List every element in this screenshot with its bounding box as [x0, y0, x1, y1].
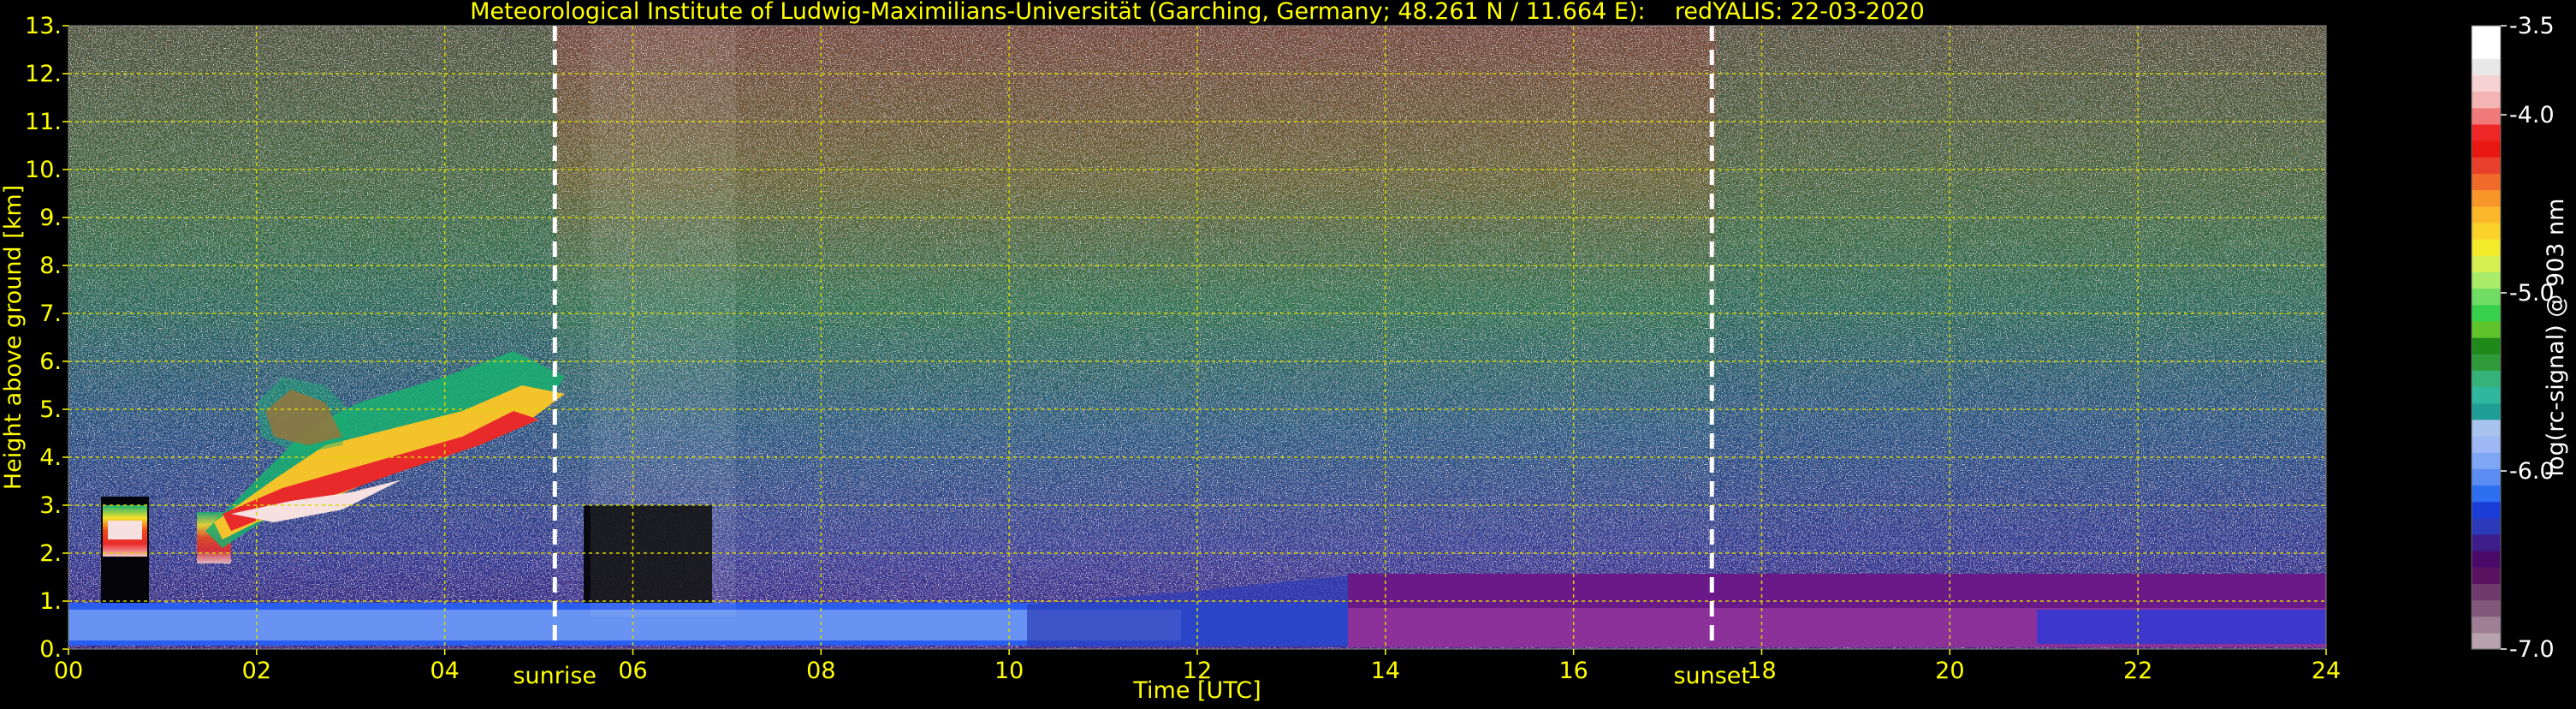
- colorbar-swatch: [2472, 632, 2501, 650]
- colorbar-swatch: [2472, 206, 2501, 223]
- x-tick-label: 04: [430, 658, 459, 684]
- colorbar-swatch: [2472, 402, 2501, 420]
- x-tick-label: 06: [618, 658, 647, 684]
- y-tick-label: 3.: [39, 492, 62, 519]
- x-tick-label: 08: [806, 658, 835, 684]
- marker-label-sunset: sunset: [1673, 663, 1750, 689]
- x-tick-label: 02: [242, 658, 271, 684]
- y-tick-label: 5.: [39, 396, 62, 423]
- y-tick-label: 1.: [39, 588, 62, 615]
- colorbar-swatch: [2472, 255, 2501, 272]
- colorbar-swatch: [2472, 370, 2501, 388]
- colorbar-swatch: [2472, 74, 2501, 92]
- colorbar-swatch: [2472, 157, 2501, 175]
- y-tick-label: 7.: [39, 301, 62, 327]
- colorbar-tick-label: -4.0: [2509, 102, 2555, 128]
- colorbar-label: log(rc-signal) @ 903 nm: [2543, 199, 2569, 477]
- y-tick-label: 12.: [25, 61, 62, 87]
- marker-label-sunrise: sunrise: [513, 663, 597, 689]
- x-tick-label: 18: [1747, 658, 1776, 684]
- colorbar-swatch: [2472, 123, 2501, 141]
- y-tick-label: 13.: [25, 13, 62, 39]
- x-tick-label: 24: [2312, 658, 2341, 684]
- chart-stage: sunrise sunset 00 02 04 06 08 10 12 14 16 18 20 22 24…: [0, 0, 2576, 706]
- low-cloud-a-core: [108, 521, 142, 539]
- x-tick-label: 14: [1371, 658, 1400, 684]
- colorbar-swatch: [2472, 517, 2501, 535]
- colorbar-swatch: [2472, 419, 2501, 437]
- y-tick-label: 0.: [39, 636, 62, 663]
- y-tick-label: 4.: [39, 444, 62, 471]
- colorbar-swatch: [2472, 599, 2501, 617]
- colorbar-swatch: [2472, 337, 2501, 354]
- colorbar-swatch: [2472, 91, 2501, 109]
- y-tick-label: 9.: [39, 205, 62, 231]
- colorbar-swatch: [2472, 288, 2501, 306]
- x-tick-label: 20: [1935, 658, 1964, 684]
- colorbar-tick-label: -3.5: [2509, 13, 2555, 39]
- colorbar-swatch: [2472, 304, 2501, 322]
- colorbar-swatch: [2472, 26, 2501, 43]
- y-tick-label: 10.: [25, 157, 62, 183]
- y-axis-label: Height above ground [km]: [0, 185, 27, 490]
- colorbar-swatch: [2472, 567, 2501, 584]
- colorbar-swatch: [2472, 501, 2501, 519]
- y-tick-label: 6.: [39, 349, 62, 375]
- y-tick-labels: 0. 1. 2. 3. 4. 5. 6. 7. 8. 9. 10. 11. 12. 13.: [25, 13, 68, 663]
- y-tick-label: 11.: [25, 109, 62, 135]
- colorbar-swatch: [2472, 485, 2501, 503]
- colorbar-swatch: [2472, 386, 2501, 404]
- x-axis-label: Time [UTC]: [1132, 677, 1261, 704]
- colorbar-swatch: [2472, 58, 2501, 76]
- colorbar-swatch: [2472, 320, 2501, 338]
- colorbar-swatch: [2472, 468, 2501, 486]
- lidar-quicklook-chart: sunrise sunset 00 02 04 06 08 10 12 14 16 18 20 22 24…: [0, 0, 2569, 704]
- surface-layer-bright: [2037, 610, 2326, 644]
- x-tick-label: 22: [2123, 658, 2152, 684]
- colorbar-swatch: [2472, 107, 2501, 125]
- y-tick-label: 8.: [39, 253, 62, 279]
- colorbar-swatch: [2472, 239, 2501, 256]
- y-tick-label: 2.: [39, 540, 62, 567]
- colorbar-tick-label: -7.0: [2509, 636, 2555, 663]
- colorbar-swatch: [2472, 271, 2501, 289]
- colorbar-swatch: [2472, 452, 2501, 469]
- colorbar-swatch: [2472, 583, 2501, 601]
- colorbar-swatch: [2472, 140, 2501, 158]
- colorbar-swatch: [2472, 616, 2501, 634]
- colorbar-swatch: [2472, 189, 2501, 207]
- x-tick-label: 10: [994, 658, 1024, 684]
- colorbar-swatch: [2472, 42, 2501, 59]
- colorbar-swatch: [2472, 222, 2501, 240]
- chart-title: Meteorological Institute of Ludwig-Maxim…: [470, 0, 1925, 25]
- colorbar-swatch: [2472, 533, 2501, 551]
- colorbar-swatch: [2472, 173, 2501, 191]
- bright-column: [591, 26, 736, 617]
- colorbar-swatch: [2472, 551, 2501, 568]
- colorbar-swatch: [2472, 354, 2501, 371]
- colorbar-swatch: [2472, 435, 2501, 453]
- x-tick-label: 16: [1558, 658, 1588, 684]
